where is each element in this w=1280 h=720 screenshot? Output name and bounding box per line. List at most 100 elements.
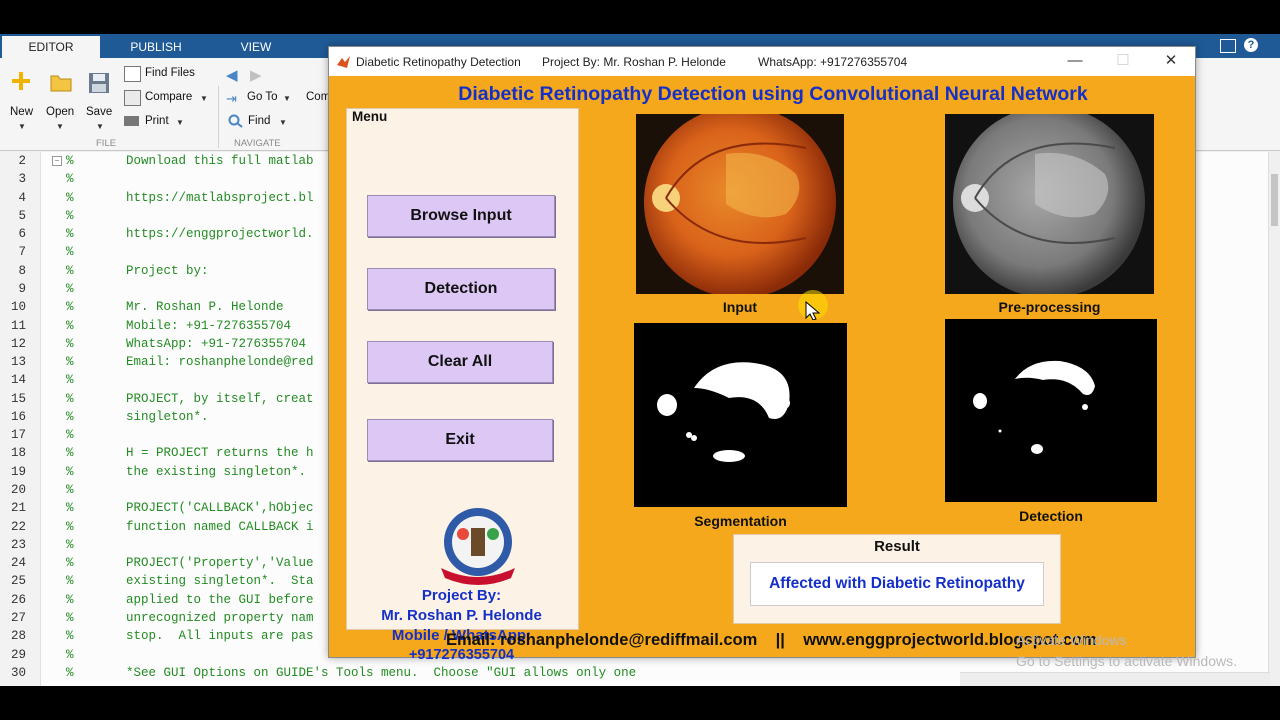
code-line[interactable]: % PROJECT('CALLBACK',hObjec	[66, 501, 314, 515]
horizontal-scrollbar[interactable]	[960, 672, 1270, 686]
line-number: 3	[18, 172, 26, 187]
code-line[interactable]: %	[66, 428, 74, 442]
folder-icon	[50, 72, 72, 92]
code-line[interactable]: % https://enggprojectworld.	[66, 227, 314, 241]
browse-input-button[interactable]: Browse Input	[367, 195, 555, 237]
code-line[interactable]: % Mobile: +91-7276355704	[66, 319, 291, 333]
code-line[interactable]: % singleton*.	[66, 410, 209, 424]
line-number: 9	[18, 281, 26, 296]
code-line[interactable]: % Project by:	[66, 264, 209, 278]
activate-windows-title: Activate Windows	[1016, 632, 1127, 648]
maximize-button[interactable]: ☐	[1110, 51, 1136, 71]
code-line[interactable]: %	[66, 245, 74, 259]
preprocessing-image	[945, 114, 1154, 294]
caption-segmentation: Segmentation	[694, 513, 787, 529]
result-label: Result	[874, 538, 920, 555]
fold-toggle-icon[interactable]: −	[52, 156, 62, 166]
chevron-down-icon: ▼	[56, 122, 64, 131]
code-line[interactable]: % WhatsApp: +91-7276355704	[66, 337, 306, 351]
code-line[interactable]: %	[66, 373, 74, 387]
window-project-by: Project By: Mr. Roshan P. Helonde	[542, 55, 726, 69]
detection-button[interactable]: Detection	[367, 268, 555, 310]
save-button[interactable]: Save ▼	[84, 68, 118, 134]
code-line[interactable]: %	[66, 209, 74, 223]
code-line[interactable]: % the existing singleton*.	[66, 465, 306, 479]
code-line[interactable]: % Download this full matlab	[66, 154, 314, 168]
menu-label: Menu	[352, 109, 388, 124]
line-number: 14	[10, 373, 26, 388]
matlab-logo-icon	[337, 55, 350, 68]
code-line[interactable]: % function named CALLBACK i	[66, 520, 314, 534]
help-icon[interactable]: ?	[1244, 38, 1258, 52]
close-button[interactable]: ✕	[1158, 51, 1184, 71]
code-line[interactable]: % H = PROJECT returns the h	[66, 446, 314, 460]
gui-window: Diabetic Retinopathy Detection Project B…	[328, 46, 1196, 663]
ribbon-separator	[218, 86, 219, 148]
navigate-group-label: NAVIGATE	[234, 138, 281, 149]
line-number: 20	[10, 483, 26, 498]
open-button[interactable]: Open ▼	[44, 68, 78, 134]
save-label: Save	[86, 106, 113, 118]
chevron-down-icon: ▼	[279, 118, 287, 127]
chevron-down-icon: ▼	[283, 94, 291, 103]
code-line[interactable]: %	[66, 538, 74, 552]
code-line[interactable]: % PROJECT, by itself, creat	[66, 392, 314, 406]
code-line[interactable]: % PROJECT('Property','Value	[66, 556, 314, 570]
mouse-pointer-icon	[805, 300, 821, 321]
menu-panel: Menu Browse Input Detection Clear All Ex…	[346, 108, 579, 663]
minimize-button[interactable]: —	[1062, 51, 1088, 71]
chevron-down-icon: ▼	[200, 94, 208, 103]
forward-button[interactable]: ▶	[250, 66, 268, 84]
search-icon	[228, 114, 243, 128]
code-line[interactable]: % existing singleton*. Sta	[66, 574, 314, 588]
new-file-icon	[10, 70, 32, 90]
line-number: 10	[10, 300, 26, 315]
code-line[interactable]: % *See GUI Options on GUIDE's Tools menu…	[66, 666, 636, 680]
line-number: 30	[10, 665, 26, 680]
line-number: 17	[10, 428, 26, 443]
code-line[interactable]: %	[66, 282, 74, 296]
open-label: Open	[46, 106, 75, 118]
code-line[interactable]: %	[66, 172, 74, 186]
code-line[interactable]: % unrecognized property nam	[66, 611, 314, 625]
line-number: 6	[18, 227, 26, 242]
line-number: 25	[10, 574, 26, 589]
print-label: Print	[145, 115, 169, 127]
code-line[interactable]: % applied to the GUI before	[66, 593, 314, 607]
code-line[interactable]: %	[66, 648, 74, 662]
find-button[interactable]: Find ▼	[228, 114, 294, 132]
code-line[interactable]: % Email: roshanphelonde@red	[66, 355, 314, 369]
find-files-label: Find Files	[145, 67, 195, 79]
line-number: 2	[18, 154, 26, 168]
line-number: 18	[10, 446, 26, 461]
tab-publish[interactable]: PUBLISH	[104, 36, 208, 58]
tab-editor[interactable]: EDITOR	[2, 36, 100, 58]
compare-icon	[124, 90, 141, 106]
line-number: 16	[10, 409, 26, 424]
compare-button[interactable]: Compare ▼	[124, 90, 214, 108]
line-number: 5	[18, 208, 26, 223]
back-button[interactable]: ◀	[226, 66, 244, 84]
segmentation-image	[634, 323, 847, 507]
code-line[interactable]: % Mr. Roshan P. Helonde	[66, 300, 284, 314]
activate-windows-subtitle: Go to Settings to activate Windows.	[1016, 653, 1237, 669]
scrollbar-thumb[interactable]	[1271, 174, 1278, 226]
layout-icon[interactable]	[1220, 39, 1236, 53]
code-line[interactable]: %	[66, 483, 74, 497]
goto-button[interactable]: ⇥ Go To ▼	[226, 90, 296, 108]
find-label: Find	[248, 115, 271, 127]
goto-label: Go To	[247, 91, 278, 103]
new-button[interactable]: New ▼	[6, 68, 36, 134]
clear-all-button[interactable]: Clear All	[367, 341, 553, 383]
line-number: 21	[10, 501, 26, 516]
print-button[interactable]: Print ▼	[124, 114, 214, 132]
code-line[interactable]: % https://matlabsproject.bl	[66, 191, 314, 205]
credit-project-by: Project By:	[421, 587, 502, 604]
goto-icon: ⇥	[226, 91, 237, 106]
exit-button[interactable]: Exit	[367, 419, 553, 461]
code-line[interactable]: % stop. All inputs are pas	[66, 629, 314, 643]
tab-view[interactable]: VIEW	[212, 36, 300, 58]
find-files-button[interactable]: Find Files	[124, 66, 224, 84]
vertical-scrollbar[interactable]	[1268, 152, 1280, 686]
window-titlebar[interactable]: Diabetic Retinopathy Detection Project B…	[329, 47, 1195, 76]
